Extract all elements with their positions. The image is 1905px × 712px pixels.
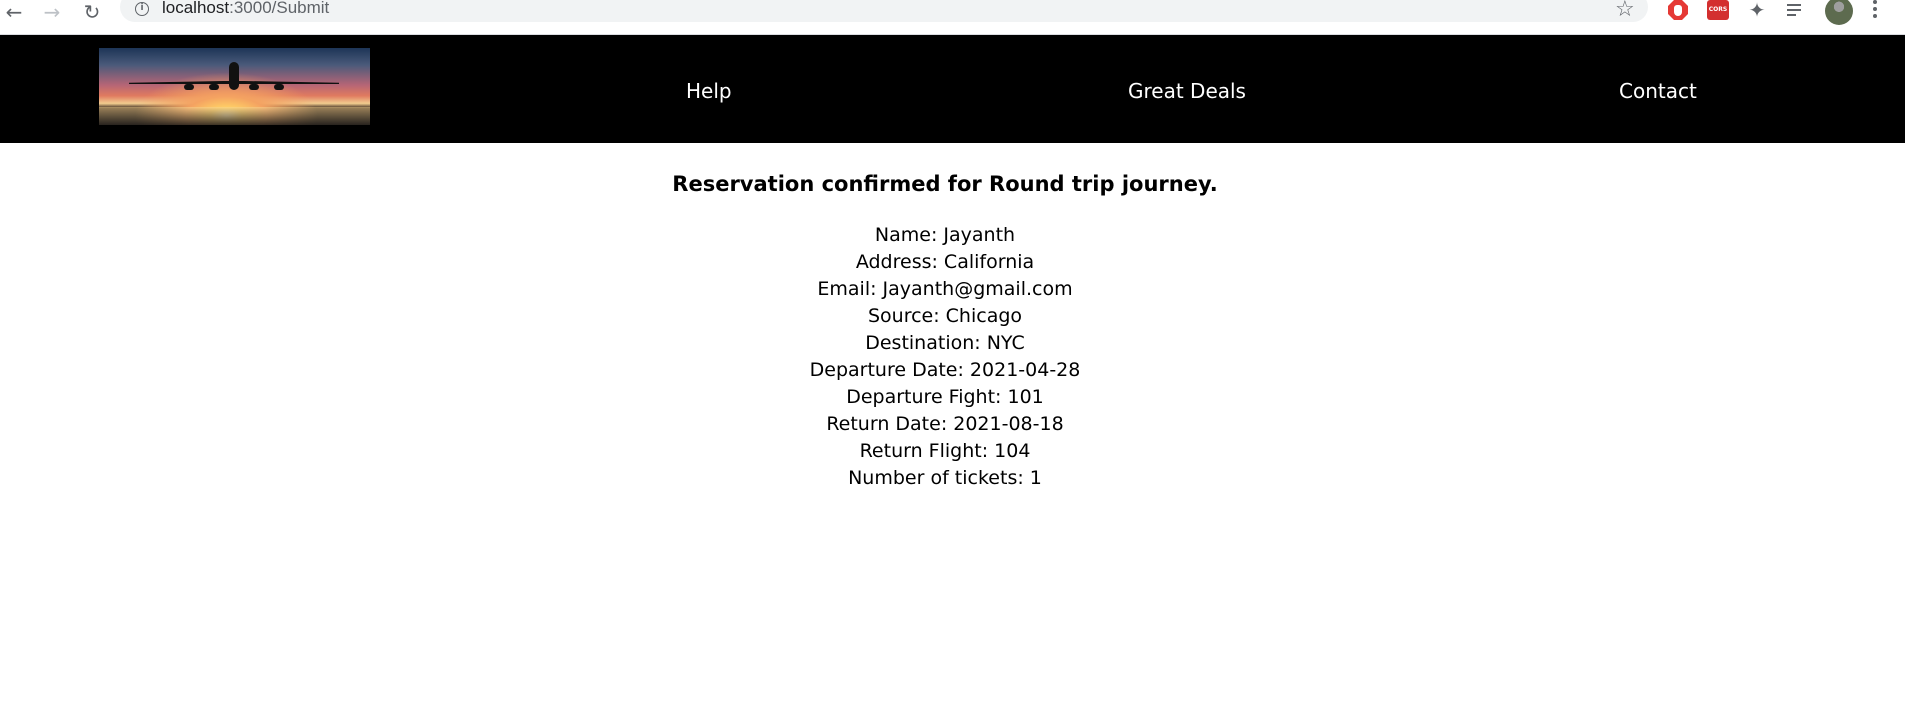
puzzle-icon[interactable]: ✦ [1746, 0, 1768, 22]
detail-email: Email: Jayanth@gmail.com [817, 278, 1073, 300]
detail-source: Source: Chicago [867, 305, 1023, 327]
address-bar[interactable]: i localhost:3000/Submit [120, 0, 1648, 22]
runway-graphic [99, 107, 370, 125]
url-host: localhost [162, 0, 230, 17]
detail-name: Name: Jayanth [874, 224, 1016, 246]
detail-ticket-count: Number of tickets: 1 [848, 467, 1042, 489]
adblock-icon[interactable] [1667, 0, 1689, 21]
logo[interactable] [99, 48, 370, 125]
site-header: Help Great Deals Contact [0, 35, 1905, 143]
cors-icon[interactable]: CORS [1707, 0, 1729, 21]
detail-return-date: Return Date: 2021-08-18 [826, 413, 1064, 435]
confirmation-heading: Reservation confirmed for Round trip jou… [672, 172, 1218, 196]
cors-label: CORS [1707, 0, 1729, 20]
nav-link-help[interactable]: Help [686, 79, 732, 103]
nav-link-contact[interactable]: Contact [1619, 79, 1697, 103]
browser-toolbar: ← → ↻ i localhost:3000/Submit ☆ CORS ✦ [0, 0, 1905, 35]
reservation-details: Name: Jayanth Address: California Email:… [0, 222, 1890, 492]
detail-destination: Destination: NYC [865, 332, 1025, 354]
reload-icon[interactable]: ↻ [78, 0, 106, 24]
forward-arrow-icon[interactable]: → [38, 0, 66, 24]
confirmation-section: Reservation confirmed for Round trip jou… [0, 170, 1890, 492]
info-icon[interactable]: i [135, 2, 149, 16]
airplane-icon [129, 62, 339, 90]
detail-departure-date: Departure Date: 2021-04-28 [809, 359, 1081, 381]
nav-link-great-deals[interactable]: Great Deals [1128, 79, 1246, 103]
url-text[interactable]: localhost:3000/Submit [162, 0, 329, 18]
kebab-menu-icon[interactable] [1870, 0, 1880, 20]
back-arrow-icon[interactable]: ← [0, 0, 28, 24]
star-icon[interactable]: ☆ [1615, 0, 1635, 22]
detail-return-flight: Return Flight: 104 [859, 440, 1031, 462]
avatar[interactable] [1825, 0, 1853, 25]
media-control-icon[interactable] [1786, 0, 1808, 21]
detail-address: Address: California [855, 251, 1035, 273]
detail-departure-flight: Departure Fight: 101 [846, 386, 1044, 408]
url-path: :3000/Submit [229, 0, 330, 17]
